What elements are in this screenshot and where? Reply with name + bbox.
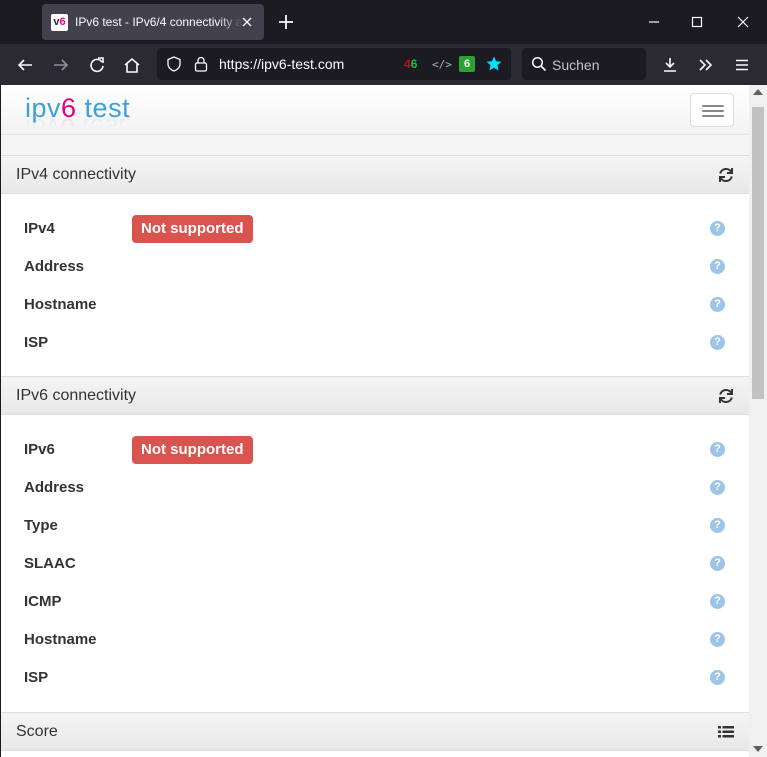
ipv6-panel-body: IPv6 Not supported ? Address ? Type ? SL… [1, 416, 749, 712]
row-label: SLAAC [24, 555, 76, 572]
search-bar[interactable]: Suchen [522, 48, 646, 80]
help-icon[interactable]: ? [710, 670, 725, 685]
shield-icon[interactable] [166, 56, 182, 77]
slaac-row: SLAAC ? [1, 545, 749, 583]
hostname-row: Hostname ? [1, 621, 749, 659]
ipv4-panel-header: IPv4 connectivity [1, 155, 749, 194]
help-icon[interactable]: ? [710, 221, 725, 236]
ext-4: 4 [404, 57, 411, 71]
address-row: Address ? [1, 248, 749, 286]
status-badge: Not supported [132, 215, 253, 243]
new-tab-icon[interactable] [276, 12, 296, 32]
code-extension-icon[interactable]: </> [432, 58, 452, 71]
isp-row: ISP ? [1, 659, 749, 697]
search-icon [531, 56, 547, 77]
row-label: IPv6 [24, 441, 55, 458]
row-label: Hostname [24, 631, 97, 648]
hamburger-bar [702, 110, 724, 112]
downloads-icon[interactable] [658, 53, 682, 77]
score-panel-header: Score [1, 712, 749, 751]
help-icon[interactable]: ? [710, 632, 725, 647]
browser-window: v6 IPv6 test - IPv6/4 connectivity and s… [0, 0, 767, 757]
bookmark-star-icon[interactable] [485, 55, 503, 78]
row-label: ISP [24, 334, 49, 351]
ipv4-panel-title: IPv4 connectivity [16, 166, 137, 183]
row-label: ICMP [24, 593, 62, 610]
ext-6: 6 [410, 57, 418, 71]
site-navbar: ipv6 test ipv6 test [1, 85, 767, 143]
back-icon[interactable] [13, 53, 37, 77]
app-menu-icon[interactable] [730, 53, 754, 77]
url-bar[interactable]: https://ipv6-test.com 46 </> 6 [157, 48, 511, 80]
refresh-icon[interactable] [717, 387, 735, 405]
hostname-row: Hostname ? [1, 286, 749, 324]
hamburger-bar [702, 115, 724, 117]
nav-toggle-button[interactable] [690, 93, 734, 127]
row-label: Address [24, 479, 85, 496]
ipv4-panel-body: IPv4 Not supported ? Address ? Hostname … [1, 195, 749, 377]
refresh-icon[interactable] [717, 166, 735, 184]
help-icon[interactable]: ? [710, 297, 725, 312]
ipv6-panel-title: IPv6 connectivity [16, 387, 137, 404]
help-icon[interactable]: ? [710, 594, 725, 609]
favicon-6: 6 [59, 16, 66, 28]
row-label: Address [24, 258, 85, 275]
row-label: ISP [24, 669, 49, 686]
ipv6-row: IPv6 Not supported ? [1, 431, 749, 469]
scroll-thumb[interactable] [752, 107, 764, 399]
row-label: IPv4 [24, 220, 55, 237]
forward-icon[interactable] [49, 53, 73, 77]
ipv4-row: IPv4 Not supported ? [1, 210, 749, 248]
title-bar: v6 IPv6 test - IPv6/4 connectivity and s… [0, 0, 767, 44]
hamburger-bar [702, 105, 724, 107]
page-viewport: ipv6 test ipv6 test IPv4 connectivity IP… [1, 85, 767, 757]
tab-close-icon[interactable] [238, 13, 256, 31]
ipv4-ipv6-extension-icon[interactable]: 46 [404, 57, 417, 71]
row-label: Hostname [24, 296, 97, 313]
type-row: Type ? [1, 507, 749, 545]
url-text[interactable]: https://ipv6-test.com [219, 56, 344, 72]
window-close-icon[interactable] [735, 14, 751, 30]
browser-tab[interactable]: v6 IPv6 test - IPv6/4 connectivity and s… [42, 4, 264, 40]
score-panel-title: Score [16, 723, 58, 740]
help-icon[interactable]: ? [710, 259, 725, 274]
search-input[interactable]: Suchen [552, 57, 599, 73]
overflow-chevrons-icon[interactable] [694, 53, 718, 77]
help-icon[interactable]: ? [710, 442, 725, 457]
icmp-row: ICMP ? [1, 583, 749, 621]
address-row: Address ? [1, 469, 749, 507]
maximize-icon[interactable] [689, 14, 705, 30]
list-icon[interactable] [717, 723, 735, 741]
status-badge: Not supported [132, 436, 253, 464]
ipv6-extension-icon[interactable]: 6 [459, 56, 475, 72]
home-icon[interactable] [120, 53, 144, 77]
site-favicon-icon: v6 [51, 13, 68, 31]
spacer [1, 135, 767, 155]
minimize-icon[interactable] [646, 14, 662, 30]
ipv6-panel-header: IPv6 connectivity [1, 376, 749, 415]
lock-icon[interactable] [193, 55, 209, 78]
scroll-down-arrow-icon[interactable] [753, 746, 763, 752]
row-label: Type [24, 517, 58, 534]
tab-title: IPv6 test - IPv6/4 connectivity and spee… [75, 15, 243, 29]
nav-toolbar: https://ipv6-test.com 46 </> 6 Suchen [0, 44, 767, 85]
help-icon[interactable]: ? [710, 518, 725, 533]
reload-icon[interactable] [85, 53, 109, 77]
help-icon[interactable]: ? [710, 335, 725, 350]
scroll-up-arrow-icon[interactable] [753, 89, 763, 95]
help-icon[interactable]: ? [710, 556, 725, 571]
help-icon[interactable]: ? [710, 480, 725, 495]
isp-row: ISP ? [1, 324, 749, 362]
page-scrollbar[interactable] [749, 85, 767, 757]
